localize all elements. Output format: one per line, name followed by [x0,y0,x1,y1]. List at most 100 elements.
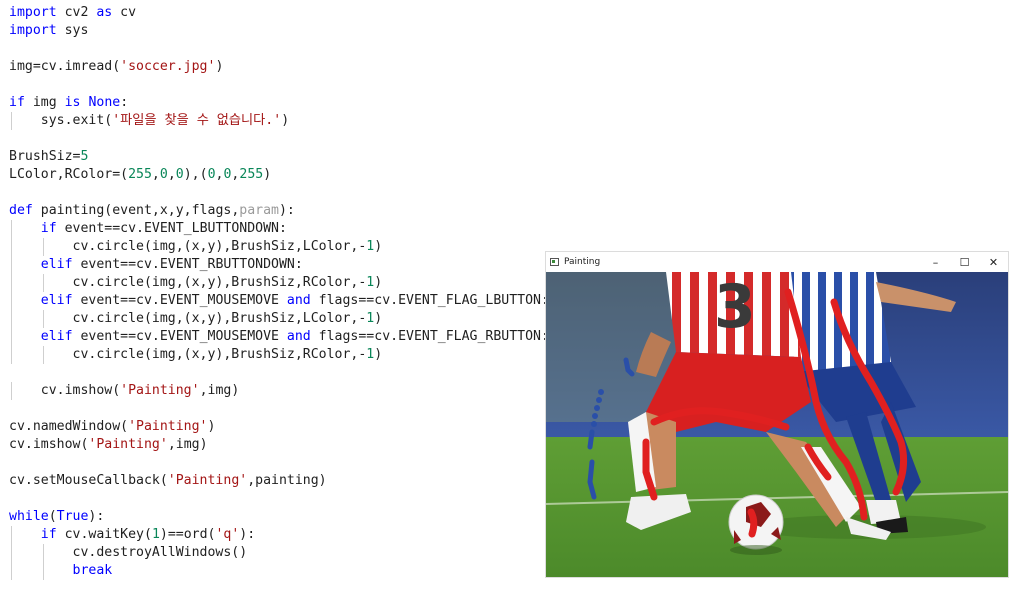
code-token: 255 [128,167,152,182]
code-token: ( [48,509,57,524]
code-token: 'Painting' [88,437,168,452]
code-token: img [24,95,65,110]
code-editor[interactable]: import cv2 as cvimport sys​img=cv.imread… [0,0,549,590]
soccer-image: 3 [546,272,1008,577]
code-line: ​ [9,400,540,418]
code-line: img=cv.imread('soccer.jpg') [9,58,540,76]
window-titlebar[interactable]: Painting – ☐ ✕ [546,252,1008,272]
code-token: is [64,95,81,110]
code-token: ) [215,59,224,74]
code-token: param [239,203,279,218]
code-line: ​ [9,184,540,202]
code-line: cv.circle(img,(x,y),BrushSiz,LColor,-1) [9,238,540,256]
code-token: ) [263,167,272,182]
code-token: import [9,5,57,20]
code-token: 0 [175,167,184,182]
code-token: ) [374,275,383,290]
code-line: cv.destroyAllWindows() [9,544,540,562]
code-token: as [96,5,113,20]
code-token: cv.circle(img,(x,y),BrushSiz,LColor,- [9,239,367,254]
code-token: cv.setMouseCallback( [9,473,168,488]
code-token: )==ord( [159,527,216,542]
code-token: event==cv.EVENT_LBUTTONDOWN: [56,221,287,236]
code-line: import sys [9,22,540,40]
indent-guide [11,274,12,292]
code-token: event==cv.EVENT_MOUSEMOVE [72,293,287,308]
code-token: ): [239,527,256,542]
painting-canvas[interactable]: 3 [546,272,1008,577]
code-token: event==cv.EVENT_RBUTTONDOWN: [72,257,303,272]
code-token: img=cv.imread( [9,59,121,74]
code-line: if img is None: [9,94,540,112]
code-token: if [9,95,25,110]
code-token: cv.circle(img,(x,y),BrushSiz,RColor,- [9,275,367,290]
app-icon [550,258,559,266]
code-line: cv.circle(img,(x,y),BrushSiz,RColor,-1) [9,274,540,292]
close-button[interactable]: ✕ [979,252,1008,272]
indent-guide [11,220,12,238]
code-line: def painting(event,x,y,flags,param): [9,202,540,220]
code-token: True [56,509,89,524]
code-token: flags==cv.EVENT_FLAG_RBUTTON: [310,329,549,344]
code-token: ): [88,509,105,524]
code-line: elif event==cv.EVENT_MOUSEMOVE and flags… [9,292,549,310]
code-token: 'Painting' [120,383,200,398]
code-token: ,img) [167,437,208,452]
painting-window[interactable]: Painting – ☐ ✕ 3 [546,252,1008,577]
code-token: cv.circle(img,(x,y),BrushSiz,RColor,- [9,347,367,362]
indent-guide [11,346,12,364]
code-token: cv [112,5,137,20]
code-token: None [88,95,121,110]
code-token: ) [374,311,383,326]
indent-guide [11,382,12,400]
code-token: , [151,167,160,182]
indent-guide [11,562,12,580]
code-line: ​ [9,76,540,94]
code-token: ,img) [199,383,240,398]
code-token: ) [374,347,383,362]
code-token: ),( [183,167,208,182]
code-line: ​ [9,40,540,58]
code-line: elif event==cv.EVENT_MOUSEMOVE and flags… [9,328,549,346]
code-token: cv.waitKey( [56,527,152,542]
code-line: LColor,RColor=(255,0,0),(0,0,255) [9,166,540,184]
code-line: while(True): [9,508,540,526]
code-token: flags==cv.EVENT_FLAG_LBUTTON: [310,293,549,308]
code-token: 'Painting' [167,473,248,488]
indent-guide [11,256,12,274]
code-line: if cv.waitKey(1)==ord('q'): [9,526,540,544]
code-line: cv.imshow('Painting',img) [9,436,540,454]
code-line: ​ [9,130,540,148]
code-token: cv.namedWindow( [9,419,129,434]
code-token: BrushSiz= [9,149,81,164]
window-title: Painting [564,257,601,267]
indent-guide [42,274,44,292]
code-token: def [9,203,33,218]
indent-guide [42,562,44,580]
code-line: BrushSiz=5 [9,148,540,166]
code-token: 255 [239,167,264,182]
code-token: event==cv.EVENT_MOUSEMOVE [72,329,287,344]
code-token: elif [40,257,73,272]
code-token: 0 [207,167,216,182]
minimize-button[interactable]: – [921,252,950,272]
code-token: 'Painting' [128,419,208,434]
code-line: cv.circle(img,(x,y),BrushSiz,RColor,-1) [9,346,540,364]
code-token: if [40,221,57,236]
code-token: painting(event,x,y,flags, [32,203,240,218]
code-token: ): [278,203,295,218]
code-line: break [9,562,540,580]
code-token: cv.circle(img,(x,y),BrushSiz,LColor,- [9,311,367,326]
code-token: ) [281,113,290,128]
code-token: 5 [80,149,89,164]
code-token: ,painting) [247,473,327,488]
code-line: elif event==cv.EVENT_RBUTTONDOWN: [9,256,540,274]
code-token: elif [40,329,73,344]
maximize-button[interactable]: ☐ [950,252,979,272]
code-token: '파일을 찾을 수 없습니다.' [112,113,282,128]
code-token: sys [56,23,89,38]
code-line: if event==cv.EVENT_LBUTTONDOWN: [9,220,540,238]
